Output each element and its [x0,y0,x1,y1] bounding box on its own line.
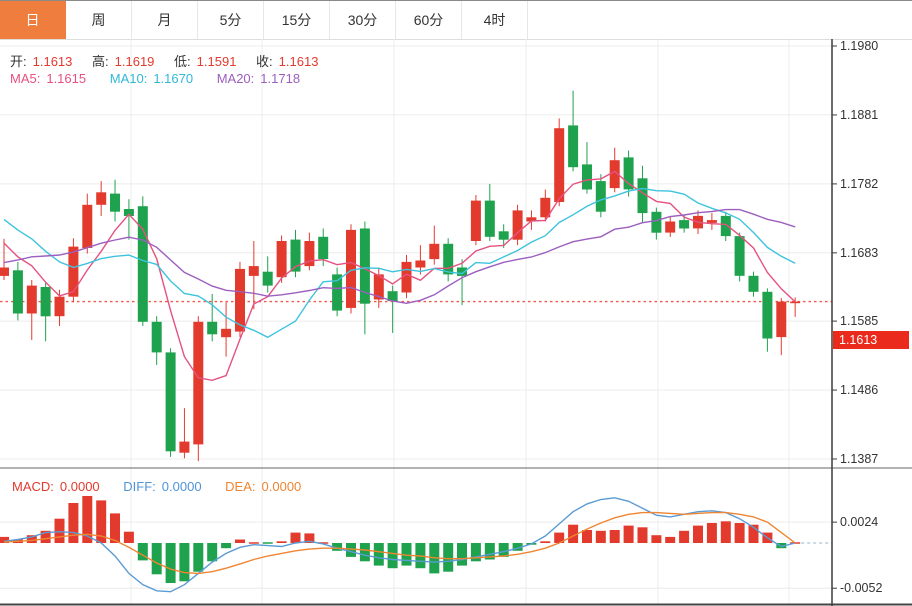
ma-readout: MA5: 1.1615 MA10: 1.1670 MA20: 1.1718 [10,71,306,86]
timeframe-tab[interactable]: 日 [0,1,66,39]
dea-value: 0.0000 [262,479,302,494]
ma20-value: 1.1718 [260,71,300,86]
ma5-value: 1.1615 [46,71,86,86]
timeframe-tabbar: 日周月5分15分30分60分4时 [0,1,912,40]
dea-label: DEA: [225,479,255,494]
ohlc-readout: 开: 1.1613 高: 1.1619 低: 1.1591 收: 1.1613 [10,51,324,70]
svg-text:1.1782: 1.1782 [840,177,878,191]
timeframe-tab[interactable]: 15分 [264,1,330,39]
svg-text:-0.0052: -0.0052 [840,581,882,595]
diff-value: 0.0000 [162,479,202,494]
close-label: 收: [256,54,273,69]
svg-text:1.1683: 1.1683 [840,246,878,260]
svg-text:0.0024: 0.0024 [840,515,878,529]
candlestick-macd-chart[interactable]: 1.1980 1.1881 1.1782 1.1683 1.1585 1.1486 1.13… [0,39,912,606]
timeframe-tab[interactable]: 60分 [396,1,462,39]
ma10-label: MA10: [110,71,148,86]
low-value: 1.1591 [197,54,237,69]
high-value: 1.1619 [115,54,155,69]
ma20-label: MA20: [217,71,255,86]
open-value: 1.1613 [33,54,73,69]
chart-area[interactable]: 1.1980 1.1881 1.1782 1.1683 1.1585 1.1486 1.13… [0,39,912,606]
svg-text:1.1881: 1.1881 [840,108,878,122]
timeframe-tab[interactable]: 月 [132,1,198,39]
current-price-badge: 1.1613 [833,331,909,349]
timeframe-tab[interactable]: 4时 [462,1,528,39]
timeframe-tab[interactable]: 30分 [330,1,396,39]
macd-readout: MACD: 0.0000 DIFF: 0.0000 DEA: 0.0000 [12,479,307,494]
timeframe-tab[interactable]: 周 [66,1,132,39]
macd-value: 0.0000 [60,479,100,494]
ma10-value: 1.1670 [153,71,193,86]
diff-label: DIFF: [123,479,156,494]
svg-text:1.1486: 1.1486 [840,383,878,397]
high-label: 高: [92,54,109,69]
macd-label: MACD: [12,479,54,494]
trading-app: { "toolbar": { "tabs": [ {"label":"日","a… [0,0,912,605]
timeframe-tab[interactable]: 5分 [198,1,264,39]
open-label: 开: [10,54,27,69]
ma5-label: MA5: [10,71,40,86]
low-label: 低: [174,54,191,69]
svg-text:1.1585: 1.1585 [840,314,878,328]
svg-text:1.1387: 1.1387 [840,452,878,466]
svg-text:1.1980: 1.1980 [840,39,878,53]
close-value: 1.1613 [279,54,319,69]
